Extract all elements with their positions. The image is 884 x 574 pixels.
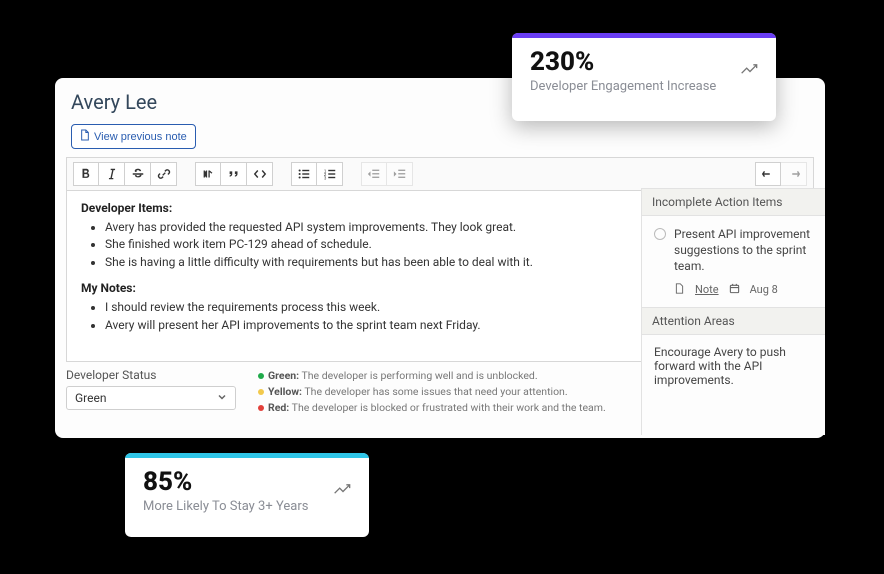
indent-button[interactable] — [387, 162, 413, 186]
chevron-down-icon — [217, 391, 227, 405]
status-legend: Green: The developer is performing well … — [258, 368, 606, 415]
redo-button[interactable] — [781, 162, 807, 186]
stat-label: Developer Engagement Increase — [530, 79, 758, 94]
note-panel: Avery Lee View previous note 123 — [55, 78, 825, 438]
heading-button[interactable] — [195, 162, 221, 186]
view-previous-note-button[interactable]: View previous note — [71, 124, 196, 149]
note-link-icon — [674, 283, 685, 297]
code-button[interactable] — [247, 162, 273, 186]
strikethrough-button[interactable] — [125, 162, 151, 186]
bold-button[interactable] — [73, 162, 99, 186]
retention-stat-card: 85% More Likely To Stay 3+ Years — [125, 453, 369, 537]
svg-text:3: 3 — [323, 175, 326, 180]
note-link[interactable]: Note — [695, 283, 719, 296]
trend-up-icon — [333, 481, 353, 500]
action-item[interactable]: Present API improvement suggestions to t… — [654, 226, 815, 275]
incomplete-action-items-header: Incomplete Action Items — [642, 188, 825, 216]
action-item-date: Aug 8 — [750, 283, 778, 296]
attention-areas-text: Encourage Avery to push forward with the… — [642, 335, 825, 397]
engagement-stat-card: 230% Developer Engagement Increase — [512, 33, 776, 121]
view-previous-note-label: View previous note — [94, 131, 187, 143]
numbered-list-button[interactable]: 123 — [317, 162, 343, 186]
link-button[interactable] — [151, 162, 177, 186]
radio-icon[interactable] — [654, 228, 666, 240]
document-icon — [80, 129, 90, 144]
card-accent-bar — [125, 453, 369, 458]
side-panel: Incomplete Action Items Present API impr… — [641, 188, 825, 435]
status-select[interactable]: Green — [66, 386, 236, 410]
card-accent-bar — [512, 33, 776, 38]
calendar-icon — [729, 283, 740, 297]
attention-areas-header: Attention Areas — [642, 307, 825, 335]
action-item-text: Present API improvement suggestions to t… — [674, 226, 815, 275]
status-field-label: Developer Status — [66, 368, 246, 382]
undo-button[interactable] — [755, 162, 781, 186]
stat-label: More Likely To Stay 3+ Years — [143, 499, 351, 514]
bullet-list-button[interactable] — [291, 162, 317, 186]
trend-up-icon — [740, 61, 760, 80]
outdent-button[interactable] — [361, 162, 387, 186]
italic-button[interactable] — [99, 162, 125, 186]
quote-button[interactable] — [221, 162, 247, 186]
stat-value: 85% — [143, 467, 351, 497]
status-selected-value: Green — [75, 391, 106, 405]
stat-value: 230% — [530, 47, 758, 77]
editor-toolbar: 123 — [66, 157, 814, 190]
